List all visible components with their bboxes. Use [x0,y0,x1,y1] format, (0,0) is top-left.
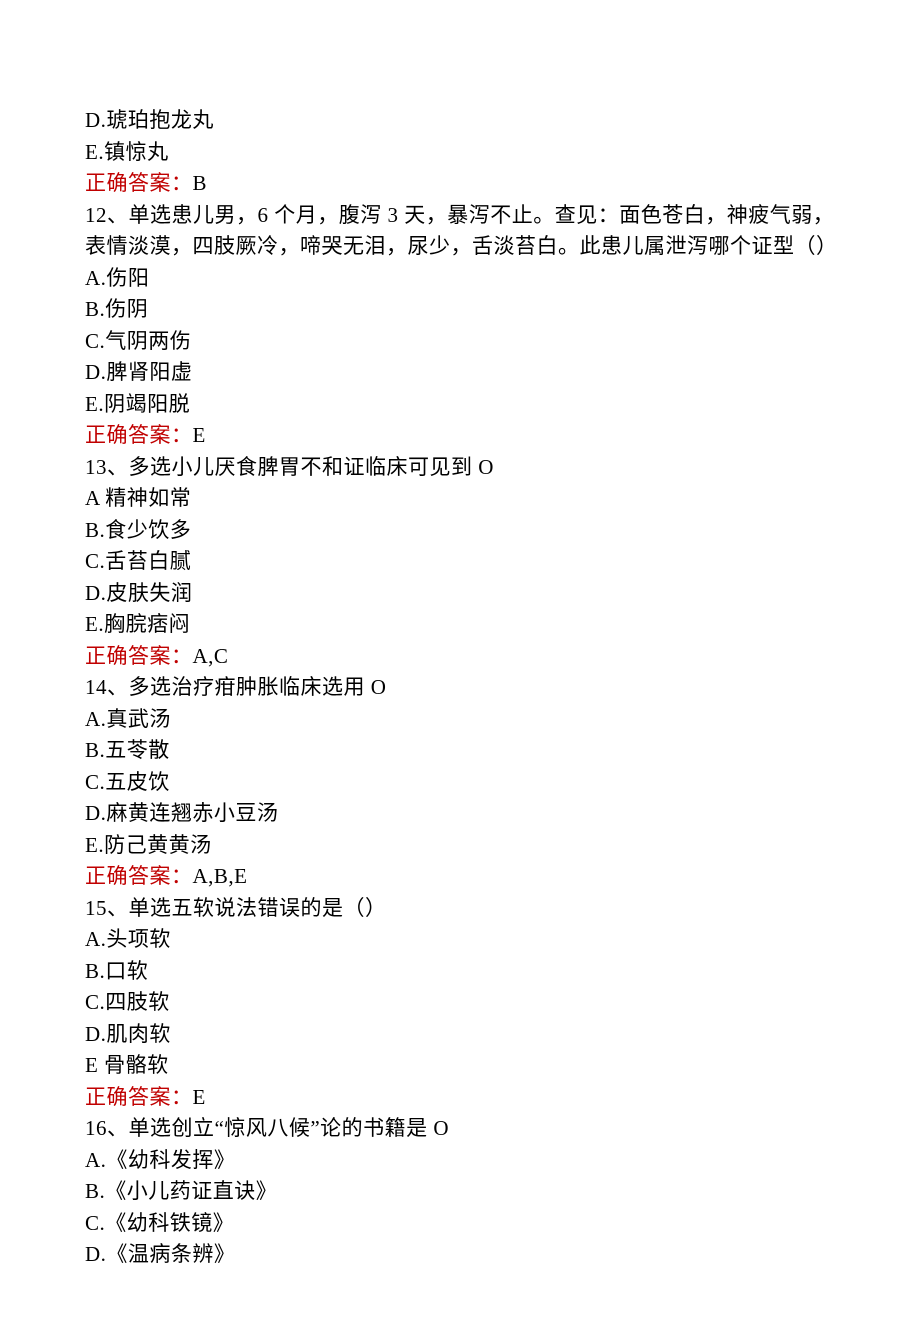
q14-option-c: C.五皮饮 [85,767,835,799]
q14-option-a: A.真武汤 [85,704,835,736]
answer-value: A,B,E [193,864,248,888]
q12-option-d: D.脾肾阳虚 [85,357,835,389]
q15-stem: 15、单选五软说法错误的是（） [85,893,835,925]
q11-option-e: E.镇惊丸 [85,137,835,169]
q13-stem: 13、多选小儿厌食脾胃不和证临床可见到 O [85,452,835,484]
answer-label: 正确答案： [85,1085,193,1109]
q16-option-a: A.《幼科发挥》 [85,1145,835,1177]
answer-value: E [193,1085,206,1109]
q16-option-b: B.《小儿药证直诀》 [85,1176,835,1208]
answer-label: 正确答案： [85,171,193,195]
q13-option-c: C.舌苔白腻 [85,546,835,578]
q16-stem: 16、单选创立“惊风八候”论的书籍是 O [85,1113,835,1145]
q14-option-d: D.麻黄连翘赤小豆汤 [85,798,835,830]
q12-option-e: E.阴竭阳脱 [85,389,835,421]
q16-option-d: D.《温病条辨》 [85,1239,835,1271]
answer-value: B [193,171,208,195]
q13-option-b: B.食少饮多 [85,515,835,547]
answer-label: 正确答案： [85,423,193,447]
q16-option-c: C.《幼科铁镜》 [85,1208,835,1240]
q15-option-e: E 骨骼软 [85,1050,835,1082]
page-container: D.琥珀抱龙丸 E.镇惊丸 正确答案：B 12、单选患儿男，6 个月，腹泻 3 … [0,0,920,1331]
q15-answer: 正确答案：E [85,1082,835,1114]
q13-option-a: A 精神如常 [85,483,835,515]
q15-option-a: A.头项软 [85,924,835,956]
q13-option-d: D.皮肤失润 [85,578,835,610]
answer-label: 正确答案： [85,864,193,888]
q15-option-b: B.口软 [85,956,835,988]
q11-answer: 正确答案：B [85,168,835,200]
q11-option-d: D.琥珀抱龙丸 [85,105,835,137]
q14-stem: 14、多选治疗疳肿胀临床选用 O [85,672,835,704]
q13-option-e: E.胸脘痞闷 [85,609,835,641]
q14-option-b: B.五苓散 [85,735,835,767]
q12-option-b: B.伤阴 [85,294,835,326]
answer-value: E [193,423,206,447]
q12-stem: 12、单选患儿男，6 个月，腹泻 3 天，暴泻不止。查见：面色苍白，神疲气弱，表… [85,200,835,263]
q13-answer: 正确答案：A,C [85,641,835,673]
q15-option-c: C.四肢软 [85,987,835,1019]
answer-label: 正确答案： [85,644,193,668]
answer-value: A,C [193,644,229,668]
q12-option-a: A.伤阳 [85,263,835,295]
q12-option-c: C.气阴两伤 [85,326,835,358]
q14-answer: 正确答案：A,B,E [85,861,835,893]
q12-answer: 正确答案：E [85,420,835,452]
q15-option-d: D.肌肉软 [85,1019,835,1051]
q14-option-e: E.防己黄黄汤 [85,830,835,862]
